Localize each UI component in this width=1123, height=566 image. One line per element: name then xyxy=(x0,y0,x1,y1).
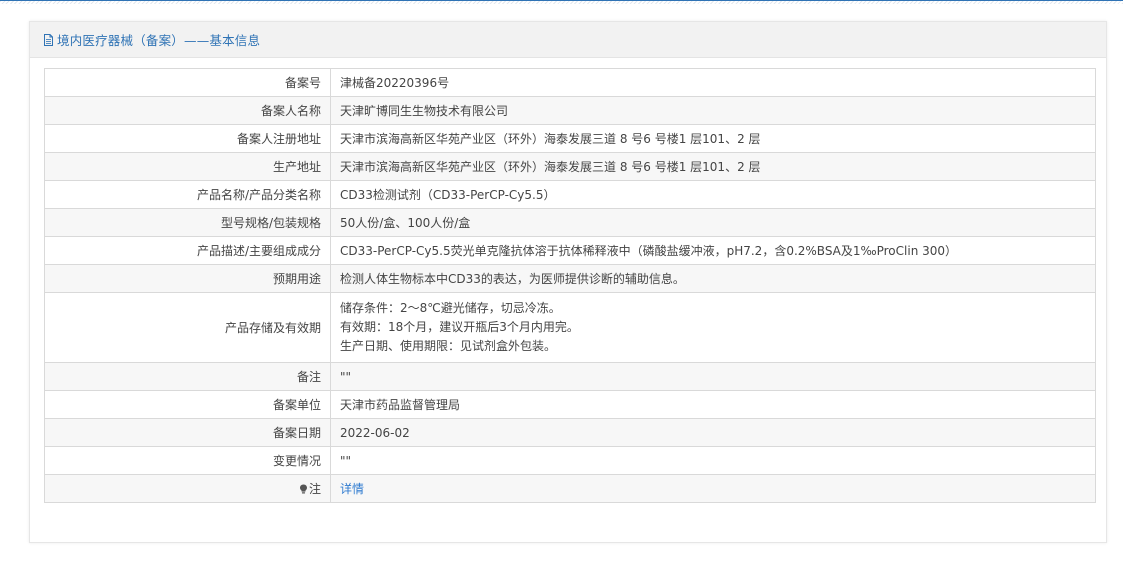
row-value-changes: "" xyxy=(330,446,1096,475)
row-label-spec: 型号规格/包装规格 xyxy=(44,208,331,237)
table-row: 产品存储及有效期 储存条件：2～8℃避光储存，切忌冷冻。 有效期：18个月，建议… xyxy=(44,292,1096,363)
lightbulb-icon xyxy=(299,484,307,494)
row-label-description: 产品描述/主要组成成分 xyxy=(44,236,331,265)
table-row: 备注 "" xyxy=(44,362,1096,391)
table-row: 备案单位 天津市药品监督管理局 xyxy=(44,390,1096,419)
row-label-intended-use: 预期用途 xyxy=(44,264,331,293)
row-label-record-number: 备案号 xyxy=(44,68,331,97)
storage-line: 储存条件：2～8℃避光储存，切忌冷冻。 xyxy=(340,301,561,315)
note-label: 注 xyxy=(308,482,321,496)
row-value-spec: 50人份/盒、100人份/盒 xyxy=(330,208,1096,237)
row-label-registrant-name: 备案人名称 xyxy=(44,96,331,125)
row-label-storage: 产品存储及有效期 xyxy=(44,292,331,363)
row-value-production-address: 天津市滨海高新区华苑产业区（环外）海泰发展三道 8 号6 号楼1 层101、2 … xyxy=(330,152,1096,181)
row-label-remarks: 备注 xyxy=(44,362,331,391)
table-row: 产品描述/主要组成成分 CD33-PerCP-Cy5.5荧光单克隆抗体溶于抗体稀… xyxy=(44,236,1096,265)
table-row: 型号规格/包装规格 50人份/盒、100人份/盒 xyxy=(44,208,1096,237)
row-label-changes: 变更情况 xyxy=(44,446,331,475)
table-row: 变更情况 "" xyxy=(44,446,1096,475)
details-link[interactable]: 详情 xyxy=(340,482,364,496)
table-row: 备案日期 2022-06-02 xyxy=(44,418,1096,447)
storage-line: 生产日期、使用期限：见试剂盒外包装。 xyxy=(340,339,557,353)
page-title: 境内医疗器械（备案）——基本信息 xyxy=(57,33,261,48)
row-value-record-unit: 天津市药品监督管理局 xyxy=(330,390,1096,419)
row-label-product-name: 产品名称/产品分类名称 xyxy=(44,180,331,209)
table-row: 备案号 津械备20220396号 xyxy=(44,68,1096,97)
row-value-note: 详情 xyxy=(330,474,1096,503)
row-value-storage: 储存条件：2～8℃避光储存，切忌冷冻。 有效期：18个月，建议开瓶后3个月内用完… xyxy=(330,292,1096,363)
table-row: 注 详情 xyxy=(44,474,1096,503)
row-value-product-name: CD33检测试剂（CD33-PerCP-Cy5.5） xyxy=(330,180,1096,209)
table-row: 备案人注册地址 天津市滨海高新区华苑产业区（环外）海泰发展三道 8 号6 号楼1… xyxy=(44,124,1096,153)
row-value-record-date: 2022-06-02 xyxy=(330,418,1096,447)
panel-header: 境内医疗器械（备案）——基本信息 xyxy=(30,22,1106,58)
row-value-registrant-address: 天津市滨海高新区华苑产业区（环外）海泰发展三道 8 号6 号楼1 层101、2 … xyxy=(330,124,1096,153)
row-value-remarks: "" xyxy=(330,362,1096,391)
row-value-description: CD33-PerCP-Cy5.5荧光单克隆抗体溶于抗体稀释液中（磷酸盐缓冲液，p… xyxy=(330,236,1096,265)
table-row: 生产地址 天津市滨海高新区华苑产业区（环外）海泰发展三道 8 号6 号楼1 层1… xyxy=(44,152,1096,181)
row-value-intended-use: 检测人体生物标本中CD33的表达，为医师提供诊断的辅助信息。 xyxy=(330,264,1096,293)
row-value-record-number: 津械备20220396号 xyxy=(330,68,1096,97)
table-row: 预期用途 检测人体生物标本中CD33的表达，为医师提供诊断的辅助信息。 xyxy=(44,264,1096,293)
row-value-registrant-name: 天津旷博同生生物技术有限公司 xyxy=(330,96,1096,125)
row-label-production-address: 生产地址 xyxy=(44,152,331,181)
row-label-note: 注 xyxy=(44,474,331,503)
row-label-registrant-address: 备案人注册地址 xyxy=(44,124,331,153)
info-table: 备案号 津械备20220396号 备案人名称 天津旷博同生生物技术有限公司 备案… xyxy=(44,68,1096,503)
table-row: 产品名称/产品分类名称 CD33检测试剂（CD33-PerCP-Cy5.5） xyxy=(44,180,1096,209)
row-label-record-date: 备案日期 xyxy=(44,418,331,447)
storage-line: 有效期：18个月，建议开瓶后3个月内用完。 xyxy=(340,320,579,334)
row-label-record-unit: 备案单位 xyxy=(44,390,331,419)
table-row: 备案人名称 天津旷博同生生物技术有限公司 xyxy=(44,96,1096,125)
document-icon xyxy=(44,33,53,46)
basic-info-panel: 境内医疗器械（备案）——基本信息 备案号 津械备20220396号 备案人名称 … xyxy=(29,21,1107,543)
top-divider xyxy=(0,0,1123,4)
